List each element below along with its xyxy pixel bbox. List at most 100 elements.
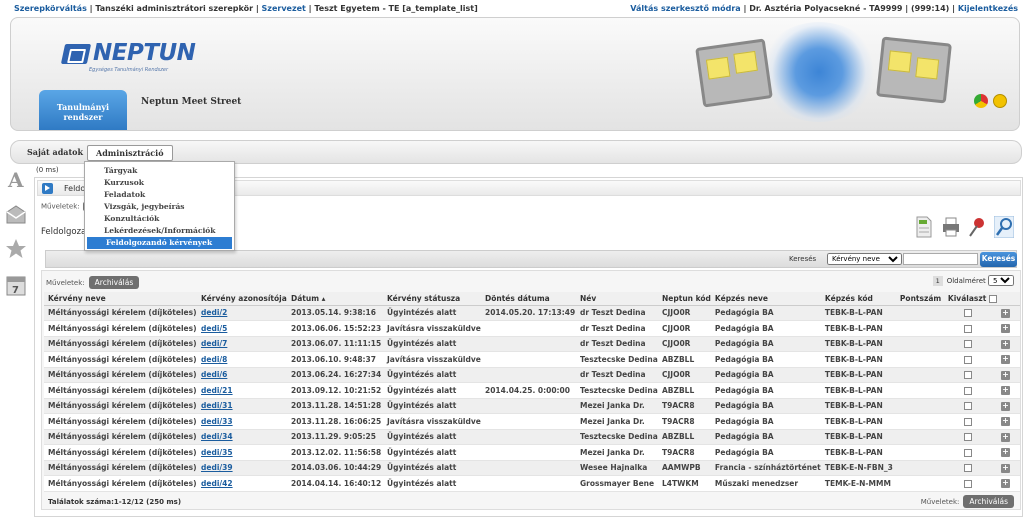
- archive-button-bottom[interactable]: Archiválás: [963, 495, 1014, 508]
- table-row[interactable]: Méltányossági kérelem (díjköteles) dedi/8…: [44, 351, 1020, 368]
- cell-program-code: TEBK-B-L-PAN: [820, 305, 896, 321]
- collapse-arrow-icon[interactable]: [42, 183, 53, 194]
- col-select[interactable]: Kiválaszt: [943, 292, 997, 306]
- col-program-name[interactable]: Képzés neve: [710, 292, 821, 306]
- edit-mode-link[interactable]: Váltás szerkesztő módra: [630, 4, 740, 13]
- xls-export-icon[interactable]: [914, 216, 934, 238]
- col-program-code[interactable]: Képzés kód: [820, 292, 896, 306]
- col-neptun-code[interactable]: Neptun kód: [658, 292, 711, 306]
- language-flag-icon[interactable]: [974, 94, 989, 108]
- table-row[interactable]: Méltányossági kérelem (díjköteles) dedi/6…: [44, 367, 1020, 383]
- expand-row-icon[interactable]: +: [1000, 308, 1010, 318]
- request-id-link[interactable]: dedi/42: [201, 479, 233, 488]
- page-size-select[interactable]: 500: [988, 275, 1014, 286]
- calendar-icon[interactable]: 7: [5, 274, 27, 296]
- table-row[interactable]: Méltányossági kérelem (díjköteles) dedi/3…: [44, 460, 1020, 476]
- font-size-icon[interactable]: A: [5, 168, 27, 190]
- col-score[interactable]: Pontszám: [895, 292, 944, 306]
- table-row[interactable]: Méltányossági kérelem (díjköteles) dedi/3…: [44, 398, 1020, 414]
- pin-icon[interactable]: [967, 216, 987, 238]
- request-id-link[interactable]: dedi/6: [201, 370, 227, 379]
- row-select-checkbox[interactable]: [963, 402, 972, 411]
- search-magnifier-icon[interactable]: [994, 216, 1014, 238]
- expand-row-icon[interactable]: +: [1000, 386, 1010, 396]
- request-id-link[interactable]: dedi/39: [201, 463, 233, 472]
- search-input[interactable]: [903, 253, 978, 265]
- row-select-checkbox[interactable]: [963, 386, 972, 395]
- row-select-checkbox[interactable]: [963, 479, 972, 488]
- dropdown-item-subjects[interactable]: Tárgyak: [85, 165, 234, 177]
- dropdown-item-tasks[interactable]: Feladatok: [85, 189, 234, 201]
- request-id-link[interactable]: dedi/21: [201, 386, 233, 395]
- request-id-link[interactable]: dedi/35: [201, 448, 233, 457]
- smiley-icon[interactable]: [993, 94, 1007, 108]
- expand-row-icon[interactable]: +: [1000, 417, 1010, 427]
- request-id-link[interactable]: dedi/2: [201, 308, 227, 317]
- expand-row-icon[interactable]: +: [1000, 355, 1010, 365]
- module-tab[interactable]: Tanulmányi rendszer: [39, 90, 127, 130]
- select-all-checkbox[interactable]: [988, 294, 997, 303]
- table-row[interactable]: Méltányossági kérelem (díjköteles) dedi/5…: [44, 320, 1020, 337]
- favorites-star-icon[interactable]: [5, 238, 27, 260]
- expand-row-icon[interactable]: +: [1000, 324, 1010, 334]
- dropdown-item-consultations[interactable]: Konzultációk: [85, 213, 234, 225]
- table-row[interactable]: Méltányossági kérelem (díjköteles) dedi/7…: [44, 336, 1020, 352]
- request-id-link[interactable]: dedi/31: [201, 401, 233, 410]
- dropdown-item-exams[interactable]: Vizsgák, jegybeírás: [85, 201, 234, 213]
- row-select-checkbox[interactable]: [963, 417, 972, 426]
- row-select-checkbox[interactable]: [963, 309, 972, 318]
- col-date[interactable]: Dátum ▴: [287, 292, 383, 306]
- dropdown-item-pending-requests[interactable]: Feldolgozandó kérvények: [87, 237, 232, 249]
- table-row[interactable]: Méltányossági kérelem (díjköteles) dedi/2…: [44, 382, 1020, 399]
- cell-decision-date: 2014.05.20. 17:13:49: [481, 305, 576, 321]
- table-row[interactable]: Méltányossági kérelem (díjköteles) dedi/3…: [44, 413, 1020, 430]
- table-row[interactable]: Méltányossági kérelem (díjköteles) dedi/2…: [44, 305, 1020, 321]
- request-id-link[interactable]: dedi/34: [201, 432, 233, 441]
- expand-row-icon[interactable]: +: [1000, 479, 1010, 489]
- expand-row-icon[interactable]: +: [1000, 370, 1010, 380]
- expand-row-icon[interactable]: +: [1000, 432, 1010, 442]
- table-row[interactable]: Méltányossági kérelem (díjköteles) dedi/3…: [44, 429, 1020, 445]
- dropdown-item-courses[interactable]: Kurzusok: [85, 177, 234, 189]
- table-row[interactable]: Méltányossági kérelem (díjköteles) dedi/3…: [44, 444, 1020, 461]
- page-number[interactable]: 1: [932, 276, 943, 286]
- menu-administration[interactable]: Adminisztráció: [87, 145, 173, 161]
- search-button[interactable]: Keresés: [980, 252, 1017, 267]
- request-id-link[interactable]: dedi/8: [201, 355, 227, 364]
- search-field-select[interactable]: Kérvény neve: [827, 253, 902, 265]
- col-name[interactable]: Név: [576, 292, 658, 306]
- col-status[interactable]: Kérvény státusza: [383, 292, 481, 306]
- row-select-checkbox[interactable]: [963, 355, 972, 364]
- mail-icon[interactable]: [5, 204, 27, 226]
- col-actions: [996, 292, 1020, 306]
- row-select-checkbox[interactable]: [963, 433, 972, 442]
- col-request-id[interactable]: Kérvény azonosítója: [197, 292, 287, 306]
- row-select-checkbox[interactable]: [963, 340, 972, 349]
- expand-row-icon[interactable]: +: [1000, 339, 1010, 349]
- role-switch-link[interactable]: Szerepkörváltás: [14, 4, 87, 13]
- row-select-checkbox[interactable]: [963, 464, 972, 473]
- archive-button[interactable]: Archiválás: [88, 276, 140, 289]
- row-select-checkbox[interactable]: [963, 448, 972, 457]
- requests-table: Kérvény neve Kérvény azonosítója Dátum ▴…: [44, 292, 1020, 492]
- menu-own-data[interactable]: Saját adatok: [27, 147, 83, 157]
- request-id-link[interactable]: dedi/5: [201, 324, 227, 333]
- expand-row-icon[interactable]: +: [1000, 448, 1010, 458]
- expand-row-icon[interactable]: +: [1000, 401, 1010, 411]
- logout-link[interactable]: Kijelentkezés: [958, 4, 1018, 13]
- row-select-checkbox[interactable]: [963, 371, 972, 380]
- meet-street-link[interactable]: Neptun Meet Street: [141, 97, 241, 107]
- col-request-name[interactable]: Kérvény neve: [44, 292, 197, 306]
- expand-row-icon[interactable]: +: [1000, 463, 1010, 473]
- table-row[interactable]: Méltányossági kérelem (díjköteles) dedi/4…: [44, 475, 1020, 492]
- row-select-checkbox[interactable]: [963, 324, 972, 333]
- organization-link[interactable]: Szervezet: [262, 4, 306, 13]
- col-decision-date[interactable]: Döntés dátuma: [481, 292, 576, 306]
- header-badges: [972, 94, 1007, 110]
- request-id-link[interactable]: dedi/33: [201, 417, 233, 426]
- cell-select: [943, 444, 997, 461]
- request-id-link[interactable]: dedi/7: [201, 339, 227, 348]
- cell-request-name: Méltányossági kérelem (díjköteles): [44, 444, 197, 461]
- dropdown-item-queries[interactable]: Lekérdezések/Információk: [85, 225, 234, 237]
- print-icon[interactable]: [941, 216, 961, 238]
